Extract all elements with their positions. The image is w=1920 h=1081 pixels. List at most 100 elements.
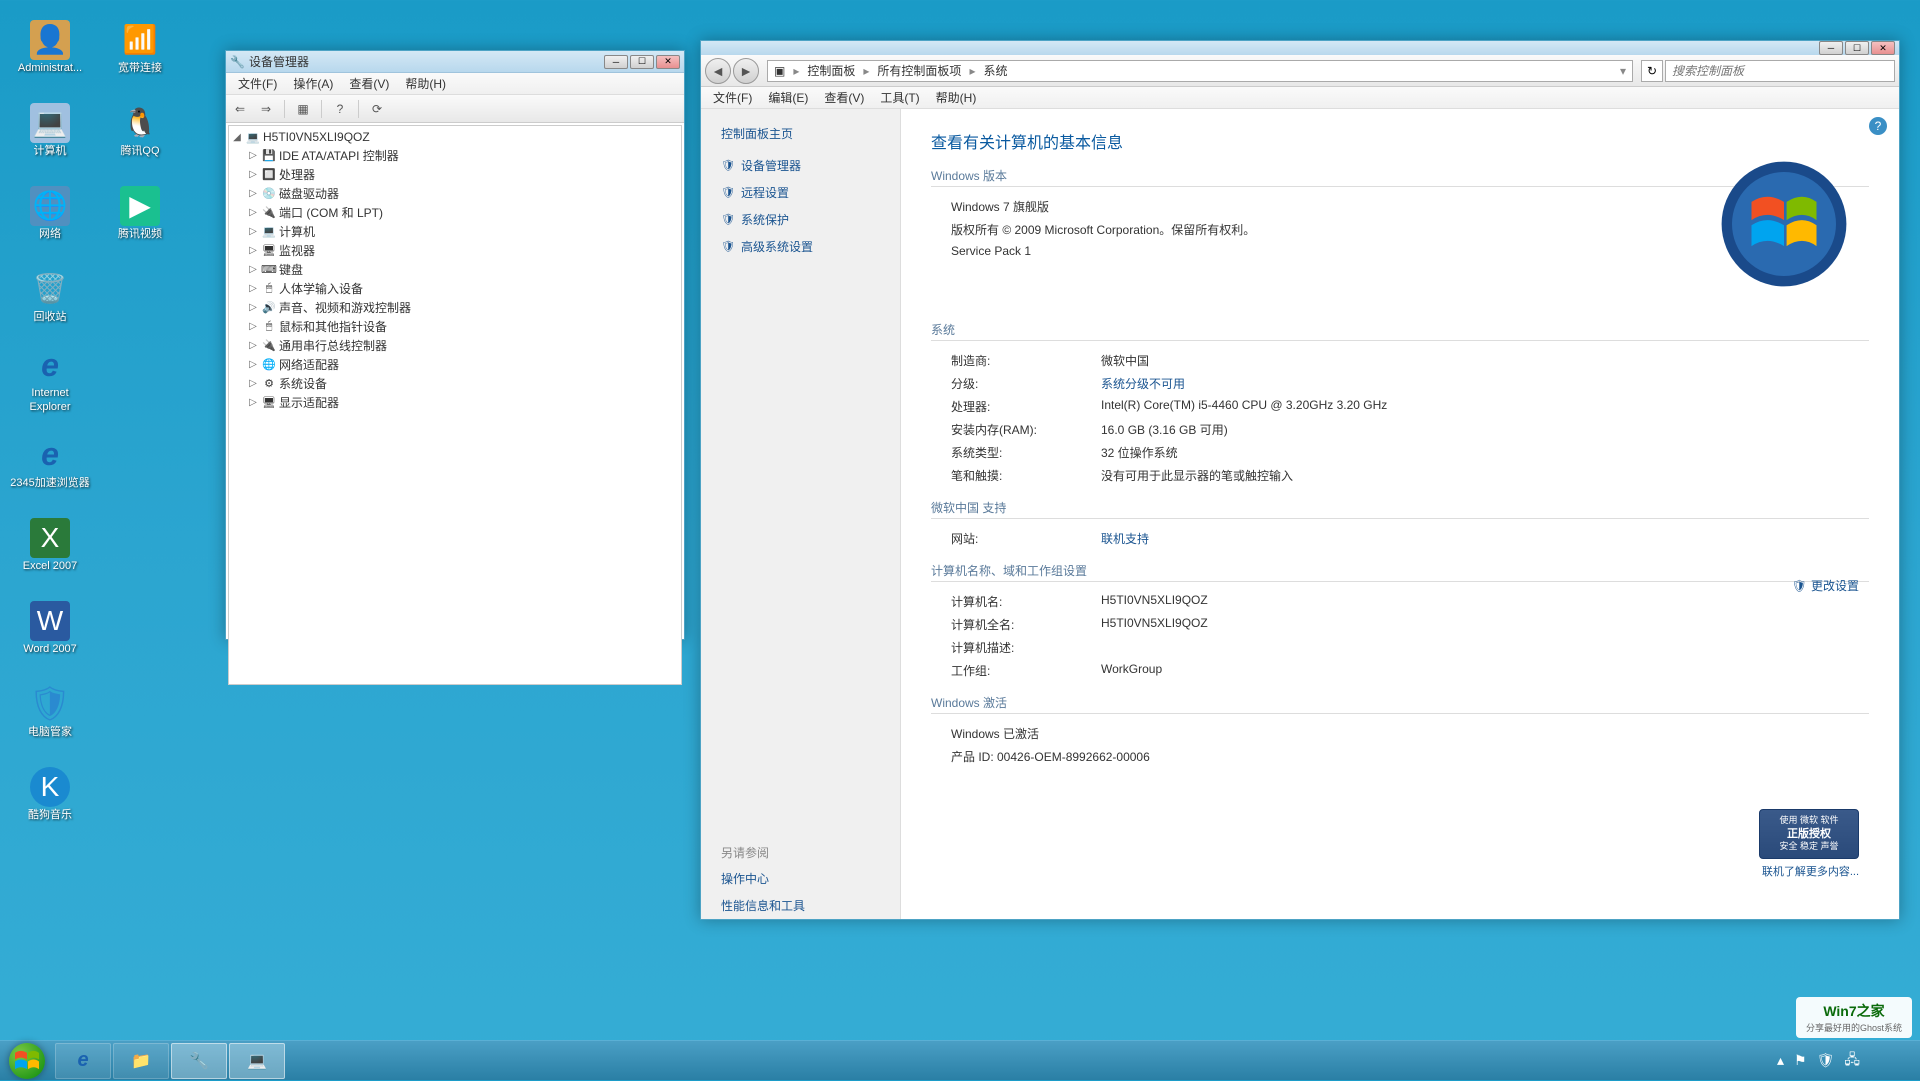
tree-node[interactable]: ▷🔊声音、视频和游戏控制器: [231, 298, 679, 317]
tree-root[interactable]: ◢💻H5TI0VN5XLI9QOZ: [231, 128, 679, 146]
taskbar-devmgr[interactable]: 🔧: [171, 1043, 227, 1079]
sidebar: 控制面板主页 🛡设备管理器 🛡远程设置 🛡系统保护 🛡高级系统设置 另请参阅 操…: [701, 109, 901, 919]
device-tree[interactable]: ◢💻H5TI0VN5XLI9QOZ ▷💾IDE ATA/ATAPI 控制器▷🔲处…: [228, 125, 682, 685]
device-category-icon: 🔊: [261, 300, 277, 316]
minimize-button[interactable]: ─: [604, 55, 628, 69]
tray-network-icon[interactable]: 🖧: [1844, 1049, 1860, 1073]
devmgr-toolbar: ⇐ ⇒ ▦ ? ⟳: [226, 95, 684, 123]
computername-section-title: 计算机名称、域和工作组设置: [931, 562, 1869, 582]
tree-node[interactable]: ▷⌨键盘: [231, 260, 679, 279]
menu-file[interactable]: 文件(F): [705, 87, 760, 108]
taskbar-explorer[interactable]: 📁: [113, 1043, 169, 1079]
menu-view[interactable]: 查看(V): [816, 87, 872, 108]
desktop-computer[interactable]: 💻计算机: [10, 93, 90, 168]
activation-more-link[interactable]: 联机了解更多内容...: [1762, 863, 1859, 879]
rating-label: 分级:: [951, 375, 1101, 392]
menu-file[interactable]: 文件(F): [230, 73, 285, 94]
desktop-broadband[interactable]: 📶宽带连接: [100, 10, 180, 85]
shield-icon: 🛡: [721, 186, 735, 200]
tray-up-icon[interactable]: ▴: [1777, 1052, 1784, 1069]
tree-node[interactable]: ▷🔌通用串行总线控制器: [231, 336, 679, 355]
bc-control-panel[interactable]: 控制面板: [801, 62, 861, 79]
bc-all-items[interactable]: 所有控制面板项: [871, 62, 967, 79]
tray-shield-icon[interactable]: 🛡: [1817, 1052, 1835, 1069]
device-category-icon: 🔲: [261, 167, 277, 183]
desktop-qq[interactable]: 🐧腾讯QQ: [100, 93, 180, 168]
tool-properties-icon[interactable]: ▦: [293, 99, 313, 119]
help-icon[interactable]: ?: [1869, 117, 1887, 135]
close-button[interactable]: ✕: [1871, 41, 1895, 55]
bc-home-icon[interactable]: ▣: [768, 64, 791, 78]
menu-edit[interactable]: 编辑(E): [760, 87, 816, 108]
tree-node[interactable]: ▷🖥显示适配器: [231, 393, 679, 412]
desktop-word[interactable]: WWord 2007: [10, 591, 90, 666]
bc-system[interactable]: 系统: [977, 62, 1013, 79]
watermark: Win7之家 分享最好用的Ghost系统: [1796, 997, 1912, 1038]
sidebar-devmgr[interactable]: 🛡设备管理器: [701, 152, 900, 179]
device-category-icon: 🖱: [261, 281, 277, 297]
search-input[interactable]: [1665, 60, 1895, 82]
device-category-icon: 🔌: [261, 338, 277, 354]
systype-label: 系统类型:: [951, 444, 1101, 461]
rating-link[interactable]: 系统分级不可用: [1101, 375, 1869, 392]
sidebar-home[interactable]: 控制面板主页: [701, 121, 900, 152]
maximize-button[interactable]: ☐: [1845, 41, 1869, 55]
breadcrumb[interactable]: ▣▸ 控制面板▸ 所有控制面板项▸ 系统 ▾: [767, 60, 1633, 82]
bc-dropdown-icon[interactable]: ▾: [1614, 64, 1632, 78]
tree-node[interactable]: ▷🖱人体学输入设备: [231, 279, 679, 298]
system-window: ─ ☐ ✕ ◄ ► ▣▸ 控制面板▸ 所有控制面板项▸ 系统 ▾ ↻ 文件(F)…: [700, 40, 1900, 920]
sidebar-perfinfo[interactable]: 性能信息和工具: [701, 892, 900, 919]
device-category-icon: 🌐: [261, 357, 277, 373]
tree-node[interactable]: ▷🌐网络适配器: [231, 355, 679, 374]
desktop-admin[interactable]: 👤Administrat...: [10, 10, 90, 85]
tray-flag-icon[interactable]: ⚑: [1794, 1052, 1807, 1069]
nav-fwd-icon[interactable]: ⇒: [256, 99, 276, 119]
start-button[interactable]: [0, 1041, 54, 1081]
nav-back-button[interactable]: ◄: [705, 58, 731, 84]
close-button[interactable]: ✕: [656, 55, 680, 69]
nav-back-icon[interactable]: ⇐: [230, 99, 250, 119]
maximize-button[interactable]: ☐: [630, 55, 654, 69]
tree-node[interactable]: ▷💿磁盘驱动器: [231, 184, 679, 203]
shield-icon: 🛡: [721, 159, 735, 173]
systype-value: 32 位操作系统: [1101, 444, 1869, 461]
tree-node[interactable]: ▷🖥监视器: [231, 241, 679, 260]
desktop-2345[interactable]: e2345加速浏览器: [10, 425, 90, 500]
minimize-button[interactable]: ─: [1819, 41, 1843, 55]
sidebar-sysprotect[interactable]: 🛡系统保护: [701, 206, 900, 233]
tree-node[interactable]: ▷🖱鼠标和其他指针设备: [231, 317, 679, 336]
menu-view[interactable]: 查看(V): [341, 73, 397, 94]
desktop-recyclebin[interactable]: 🗑️回收站: [10, 259, 90, 334]
sidebar-actioncenter[interactable]: 操作中心: [701, 865, 900, 892]
tree-node[interactable]: ▷💻计算机: [231, 222, 679, 241]
desktop-excel[interactable]: XExcel 2007: [10, 508, 90, 583]
taskbar-ie[interactable]: e: [55, 1043, 111, 1079]
taskbar-system[interactable]: 💻: [229, 1043, 285, 1079]
device-category-icon: 💿: [261, 186, 277, 202]
tool-refresh-icon[interactable]: ⟳: [367, 99, 387, 119]
tree-node[interactable]: ▷💾IDE ATA/ATAPI 控制器: [231, 146, 679, 165]
desktop-qqvideo[interactable]: ▶腾讯视频: [100, 176, 180, 251]
syswin-titlebar[interactable]: ─ ☐ ✕: [701, 41, 1899, 55]
tree-node[interactable]: ▷🔲处理器: [231, 165, 679, 184]
devmgr-titlebar[interactable]: 🔧设备管理器 ─ ☐ ✕: [226, 51, 684, 73]
sidebar-remote[interactable]: 🛡远程设置: [701, 179, 900, 206]
tool-help-icon[interactable]: ?: [330, 99, 350, 119]
change-settings-link[interactable]: 🛡更改设置: [1792, 577, 1859, 594]
tree-node[interactable]: ▷⚙系统设备: [231, 374, 679, 393]
website-link[interactable]: 联机支持: [1101, 530, 1869, 547]
device-category-icon: 💾: [261, 148, 277, 164]
menu-help[interactable]: 帮助(H): [397, 73, 454, 94]
sidebar-advanced[interactable]: 🛡高级系统设置: [701, 233, 900, 260]
refresh-button[interactable]: ↻: [1641, 60, 1663, 82]
desktop-network[interactable]: 🌐网络: [10, 176, 90, 251]
menu-help[interactable]: 帮助(H): [928, 87, 985, 108]
ram-label: 安装内存(RAM):: [951, 421, 1101, 438]
menu-action[interactable]: 操作(A): [285, 73, 341, 94]
desktop-ie[interactable]: eInternet Explorer: [10, 342, 90, 417]
nav-forward-button[interactable]: ►: [733, 58, 759, 84]
desktop-pcmanager[interactable]: 🛡电脑管家: [10, 674, 90, 749]
desktop-kugou[interactable]: K酷狗音乐: [10, 757, 90, 832]
menu-tools[interactable]: 工具(T): [872, 87, 927, 108]
tree-node[interactable]: ▷🔌端口 (COM 和 LPT): [231, 203, 679, 222]
